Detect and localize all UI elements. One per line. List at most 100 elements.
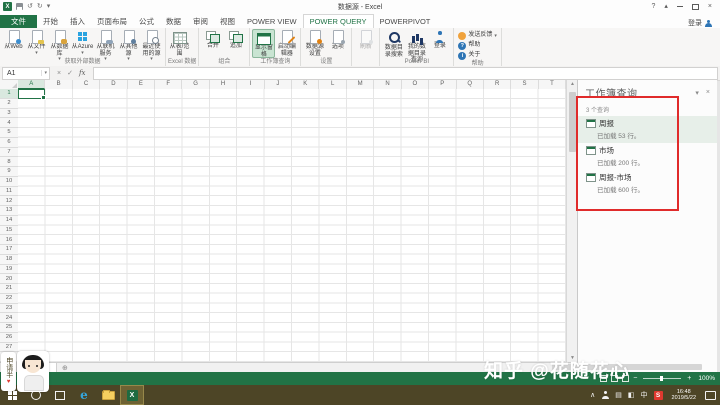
name-box-dropdown-icon[interactable]: ▾ [41,70,49,76]
row-header-22[interactable]: 22 [0,294,18,304]
column-header-i[interactable]: I [237,80,264,89]
row-header-18[interactable]: 18 [0,255,18,265]
ribbon-tab-插入[interactable]: 插入 [64,15,91,28]
column-header-s[interactable]: S [511,80,538,89]
row-header-10[interactable]: 10 [0,177,18,187]
row-header-24[interactable]: 24 [0,313,18,323]
column-header-e[interactable]: E [128,80,155,89]
column-header-q[interactable]: Q [457,80,484,89]
ribbon-button-page-db[interactable]: 从数据库▾ [48,29,71,58]
ribbon-button-refresh[interactable]: 刷新 [354,29,377,58]
row-header-7[interactable]: 7 [0,148,18,158]
account-signin[interactable]: 登录 [688,18,720,28]
ribbon-options-icon[interactable]: ▴ [664,3,668,11]
pane-close-icon[interactable]: × [706,89,710,97]
column-header-o[interactable]: O [402,80,429,89]
edge-button[interactable]: e [72,385,96,405]
column-header-c[interactable]: C [73,80,100,89]
task-view-button[interactable] [48,385,72,405]
column-header-b[interactable]: B [45,80,72,89]
sogou-icon[interactable]: S [654,391,663,400]
row-header-16[interactable]: 16 [0,235,18,245]
row-header-13[interactable]: 13 [0,206,18,216]
user-icon[interactable] [601,391,609,399]
ribbon-tab-power-view[interactable]: POWER VIEW [241,15,303,28]
row-header-20[interactable]: 20 [0,274,18,284]
column-header-h[interactable]: H [210,80,237,89]
query-item-1[interactable]: 周报已加载 53 行。 [578,116,717,143]
ribbon-tab-审阅[interactable]: 审阅 [187,15,214,28]
column-header-l[interactable]: L [319,80,346,89]
name-box[interactable]: A1 ▾ [2,67,50,80]
ribbon-button-page-cloud[interactable]: 从联机服务▾ [94,29,117,58]
ribbon-button-settings[interactable]: 数据源设置 [303,29,326,58]
excel-taskbar-button[interactable]: X [120,385,144,405]
ribbon-button-page-gear[interactable]: 从其他源▾ [117,29,140,58]
ribbon-button-azure[interactable]: 从Azure▾ [71,29,94,58]
zoom-level[interactable]: 100% [695,375,715,382]
column-header-g[interactable]: G [182,80,209,89]
column-header-t[interactable]: T [539,80,566,89]
ribbon-button-editor[interactable]: 启动编辑器 [275,29,298,58]
row-header-15[interactable]: 15 [0,226,18,236]
row-header-4[interactable]: 4 [0,118,18,128]
ribbon-tab-文件[interactable]: 文件 [0,15,37,28]
close-button[interactable]: × [708,3,712,11]
selected-cell-a1[interactable] [18,89,45,99]
row-header-26[interactable]: 26 [0,333,18,343]
row-header-14[interactable]: 14 [0,216,18,226]
taskbar-clock[interactable]: 16:48 2019/5/22 [669,389,699,402]
row-header-23[interactable]: 23 [0,304,18,314]
ribbon-button-catalog-queries[interactable]: 我的数据目录查询 [405,29,428,58]
cancel-icon[interactable]: × [57,69,61,78]
ribbon-tab-公式[interactable]: 公式 [133,15,160,28]
ribbon-button-table[interactable]: 从表/范围 [168,29,191,58]
new-sheet-icon[interactable]: ⊕ [57,364,73,372]
vertical-scrollbar[interactable]: ▲ ▼ [566,80,577,362]
zoom-in-icon[interactable]: + [687,375,691,383]
ribbon-tab-页面布局[interactable]: 页面布局 [91,15,133,28]
ribbon-button-catalog-search[interactable]: 数据目录搜索 [382,29,405,58]
row-header-12[interactable]: 12 [0,196,18,206]
ribbon-button-page[interactable]: 从文件▾ [25,29,48,58]
hidden-icons-chevron-icon[interactable]: ∧ [590,391,595,400]
row-header-6[interactable]: 6 [0,138,18,148]
column-header-f[interactable]: F [155,80,182,89]
enter-icon[interactable]: ✓ [67,69,73,78]
action-center-icon[interactable] [705,391,716,400]
ribbon-tab-数据[interactable]: 数据 [160,15,187,28]
ribbon-button-person[interactable]: 登录 [428,29,451,58]
column-header-n[interactable]: N [374,80,401,89]
row-header-11[interactable]: 11 [0,187,18,197]
column-header-p[interactable]: P [429,80,456,89]
column-header-k[interactable]: K [292,80,319,89]
row-header-19[interactable]: 19 [0,265,18,275]
ribbon-tab-视图[interactable]: 视图 [214,15,241,28]
row-header-21[interactable]: 21 [0,284,18,294]
ime-indicator[interactable]: 中 [641,391,648,400]
pane-menu-icon[interactable]: ▾ [695,89,699,97]
ribbon-button-append[interactable]: 追加 [224,29,247,58]
row-header-3[interactable]: 3 [0,109,18,119]
column-header-d[interactable]: D [100,80,127,89]
ribbon-button-pane[interactable]: 显示窗格 [252,29,275,58]
ribbon-button-page-clock[interactable]: 最近使用的源▾ [140,29,163,58]
ribbon-button-help[interactable]: ?帮助 [456,41,483,50]
ribbon-button-about[interactable]: i关于 [456,51,483,60]
row-header-8[interactable]: 8 [0,157,18,167]
ribbon-tab-power-query[interactable]: POWER QUERY [303,14,374,28]
vertical-scroll-thumb[interactable] [569,92,576,152]
query-item-2[interactable]: 市场已加载 200 行。 [578,143,717,170]
display-tray-icon[interactable]: ◧ [628,391,635,400]
ribbon-tab-powerpivot[interactable]: POWERPIVOT [374,15,437,28]
column-header-r[interactable]: R [484,80,511,89]
restore-button[interactable] [692,4,699,10]
column-header-j[interactable]: J [265,80,292,89]
formula-input[interactable] [93,67,718,80]
column-header-a[interactable]: A [18,80,45,89]
folder-tray-icon[interactable]: ▤ [615,391,622,400]
row-header-5[interactable]: 5 [0,128,18,138]
row-header-2[interactable]: 2 [0,99,18,109]
row-header-27[interactable]: 27 [0,343,18,353]
ribbon-button-feedback[interactable]: 发送反馈▾ [456,31,499,40]
